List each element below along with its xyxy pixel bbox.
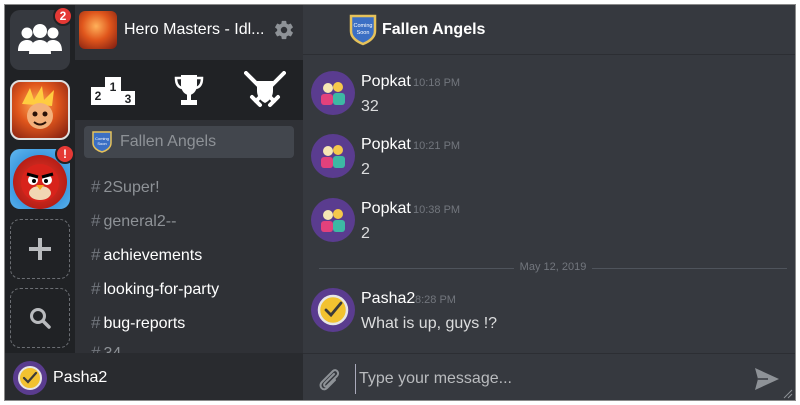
gear-icon[interactable]	[273, 19, 295, 41]
channel-label: looking-for-party	[103, 281, 220, 298]
achievements-button[interactable]	[164, 68, 214, 112]
podium-icon: 1 2 3	[91, 77, 135, 105]
message-author[interactable]: Popkat	[361, 200, 411, 218]
channel-label: Fallen Angels	[120, 133, 217, 150]
svg-text:2: 2	[95, 89, 102, 103]
message-text: What is up, guys !?	[361, 315, 498, 332]
alert-badge: !	[55, 144, 75, 164]
chat-message: Popkat 10:18 PM 32	[309, 71, 789, 123]
server-header[interactable]: Hero Masters - Idl...	[75, 5, 303, 55]
message-input[interactable]	[355, 364, 735, 394]
message-time: 10:21 PM	[413, 140, 461, 152]
chat-message: Popkat 10:21 PM 2	[309, 134, 789, 186]
guild-crest-icon: Coming Soon	[92, 131, 112, 153]
paperclip-icon[interactable]	[317, 366, 341, 392]
chat-title: Fallen Angels	[382, 20, 486, 38]
friends-icon	[18, 24, 62, 54]
search-icon	[30, 308, 51, 329]
message-composer	[303, 353, 795, 400]
user-avatar[interactable]	[13, 360, 47, 395]
channel-item[interactable]: # looking-for-party	[91, 279, 219, 299]
resize-grip-icon[interactable]	[781, 387, 793, 399]
message-text: 2	[361, 161, 370, 178]
popkat-avatar[interactable]	[311, 198, 355, 242]
pasha2-avatar[interactable]	[311, 288, 355, 332]
message-author[interactable]: Popkat	[361, 73, 411, 91]
channel-item[interactable]: # general2--	[91, 211, 176, 231]
popkat-avatar[interactable]	[311, 134, 355, 178]
battle-button[interactable]	[240, 68, 290, 112]
svg-text:Soon: Soon	[97, 141, 106, 146]
svg-text:Soon: Soon	[357, 30, 370, 36]
add-server-button[interactable]	[10, 219, 70, 279]
leaderboard-button[interactable]: 1 2 3	[88, 68, 138, 112]
hash-icon: #	[91, 211, 101, 230]
guild-crest-icon: Coming Soon	[349, 14, 377, 45]
channel-label: general2--	[103, 213, 177, 230]
search-servers-button[interactable]	[10, 288, 70, 348]
hash-icon: #	[91, 279, 101, 298]
user-panel: Pasha2	[5, 353, 303, 400]
server-toolbar: 1 2 3	[75, 60, 303, 120]
svg-text:3: 3	[125, 92, 132, 105]
hero-masters-server-icon	[22, 86, 54, 129]
message-text: 2	[361, 225, 370, 242]
channel-label: 2Super!	[103, 179, 160, 196]
chat-area: Coming Soon Fallen Angels Popkat 10:18 P…	[303, 5, 795, 400]
chat-header: Coming Soon Fallen Angels	[303, 5, 795, 55]
hash-icon: #	[91, 245, 101, 264]
hash-icon: #	[91, 177, 101, 196]
message-time: 10:38 PM	[413, 204, 461, 216]
hash-icon: #	[91, 313, 101, 332]
channel-label: achievements	[103, 247, 203, 264]
server-hero-masters[interactable]	[10, 80, 70, 140]
crossed-swords-icon	[244, 71, 286, 107]
svg-text:1: 1	[110, 80, 117, 94]
message-author[interactable]: Popkat	[361, 136, 411, 154]
message-text: 32	[361, 98, 379, 115]
server-rail: 2 !	[5, 5, 75, 353]
server-name: Hero Masters - Idl...	[124, 21, 265, 38]
trophy-icon	[174, 75, 204, 105]
plus-icon	[29, 238, 51, 260]
divider-date: May 12, 2019	[513, 261, 593, 273]
message-time: 10:18 PM	[413, 77, 461, 89]
svg-text:Coming: Coming	[354, 23, 373, 29]
channel-item[interactable]: # 34	[91, 343, 121, 353]
chat-message: Popkat 10:38 PM 2	[309, 198, 789, 250]
date-divider: May 12, 2019	[319, 260, 787, 276]
channel-label: 34	[103, 345, 121, 353]
username: Pasha2	[53, 368, 108, 386]
channel-label: bug-reports	[103, 315, 186, 332]
notification-badge: 2	[53, 6, 73, 26]
app-window: 2 ! Hero Masters - Idl... 1 2 3 Coming S…	[4, 4, 796, 401]
popkat-avatar[interactable]	[311, 71, 355, 115]
hash-icon: #	[91, 343, 101, 353]
send-icon[interactable]	[754, 367, 780, 391]
message-author[interactable]: Pasha2	[361, 290, 415, 308]
channel-item[interactable]: # 2Super!	[91, 177, 160, 197]
channel-sidebar: Hero Masters - Idl... 1 2 3 Coming Soon …	[75, 5, 303, 353]
message-time: 8:28 PM	[415, 294, 456, 306]
channel-item[interactable]: # achievements	[91, 245, 202, 265]
chat-message: Pasha2 8:28 PM What is up, guys !?	[309, 288, 789, 340]
channel-item[interactable]: # bug-reports	[91, 313, 185, 333]
channel-fallen-angels[interactable]: Coming Soon Fallen Angels	[84, 126, 294, 158]
server-thumbnail	[79, 11, 117, 49]
